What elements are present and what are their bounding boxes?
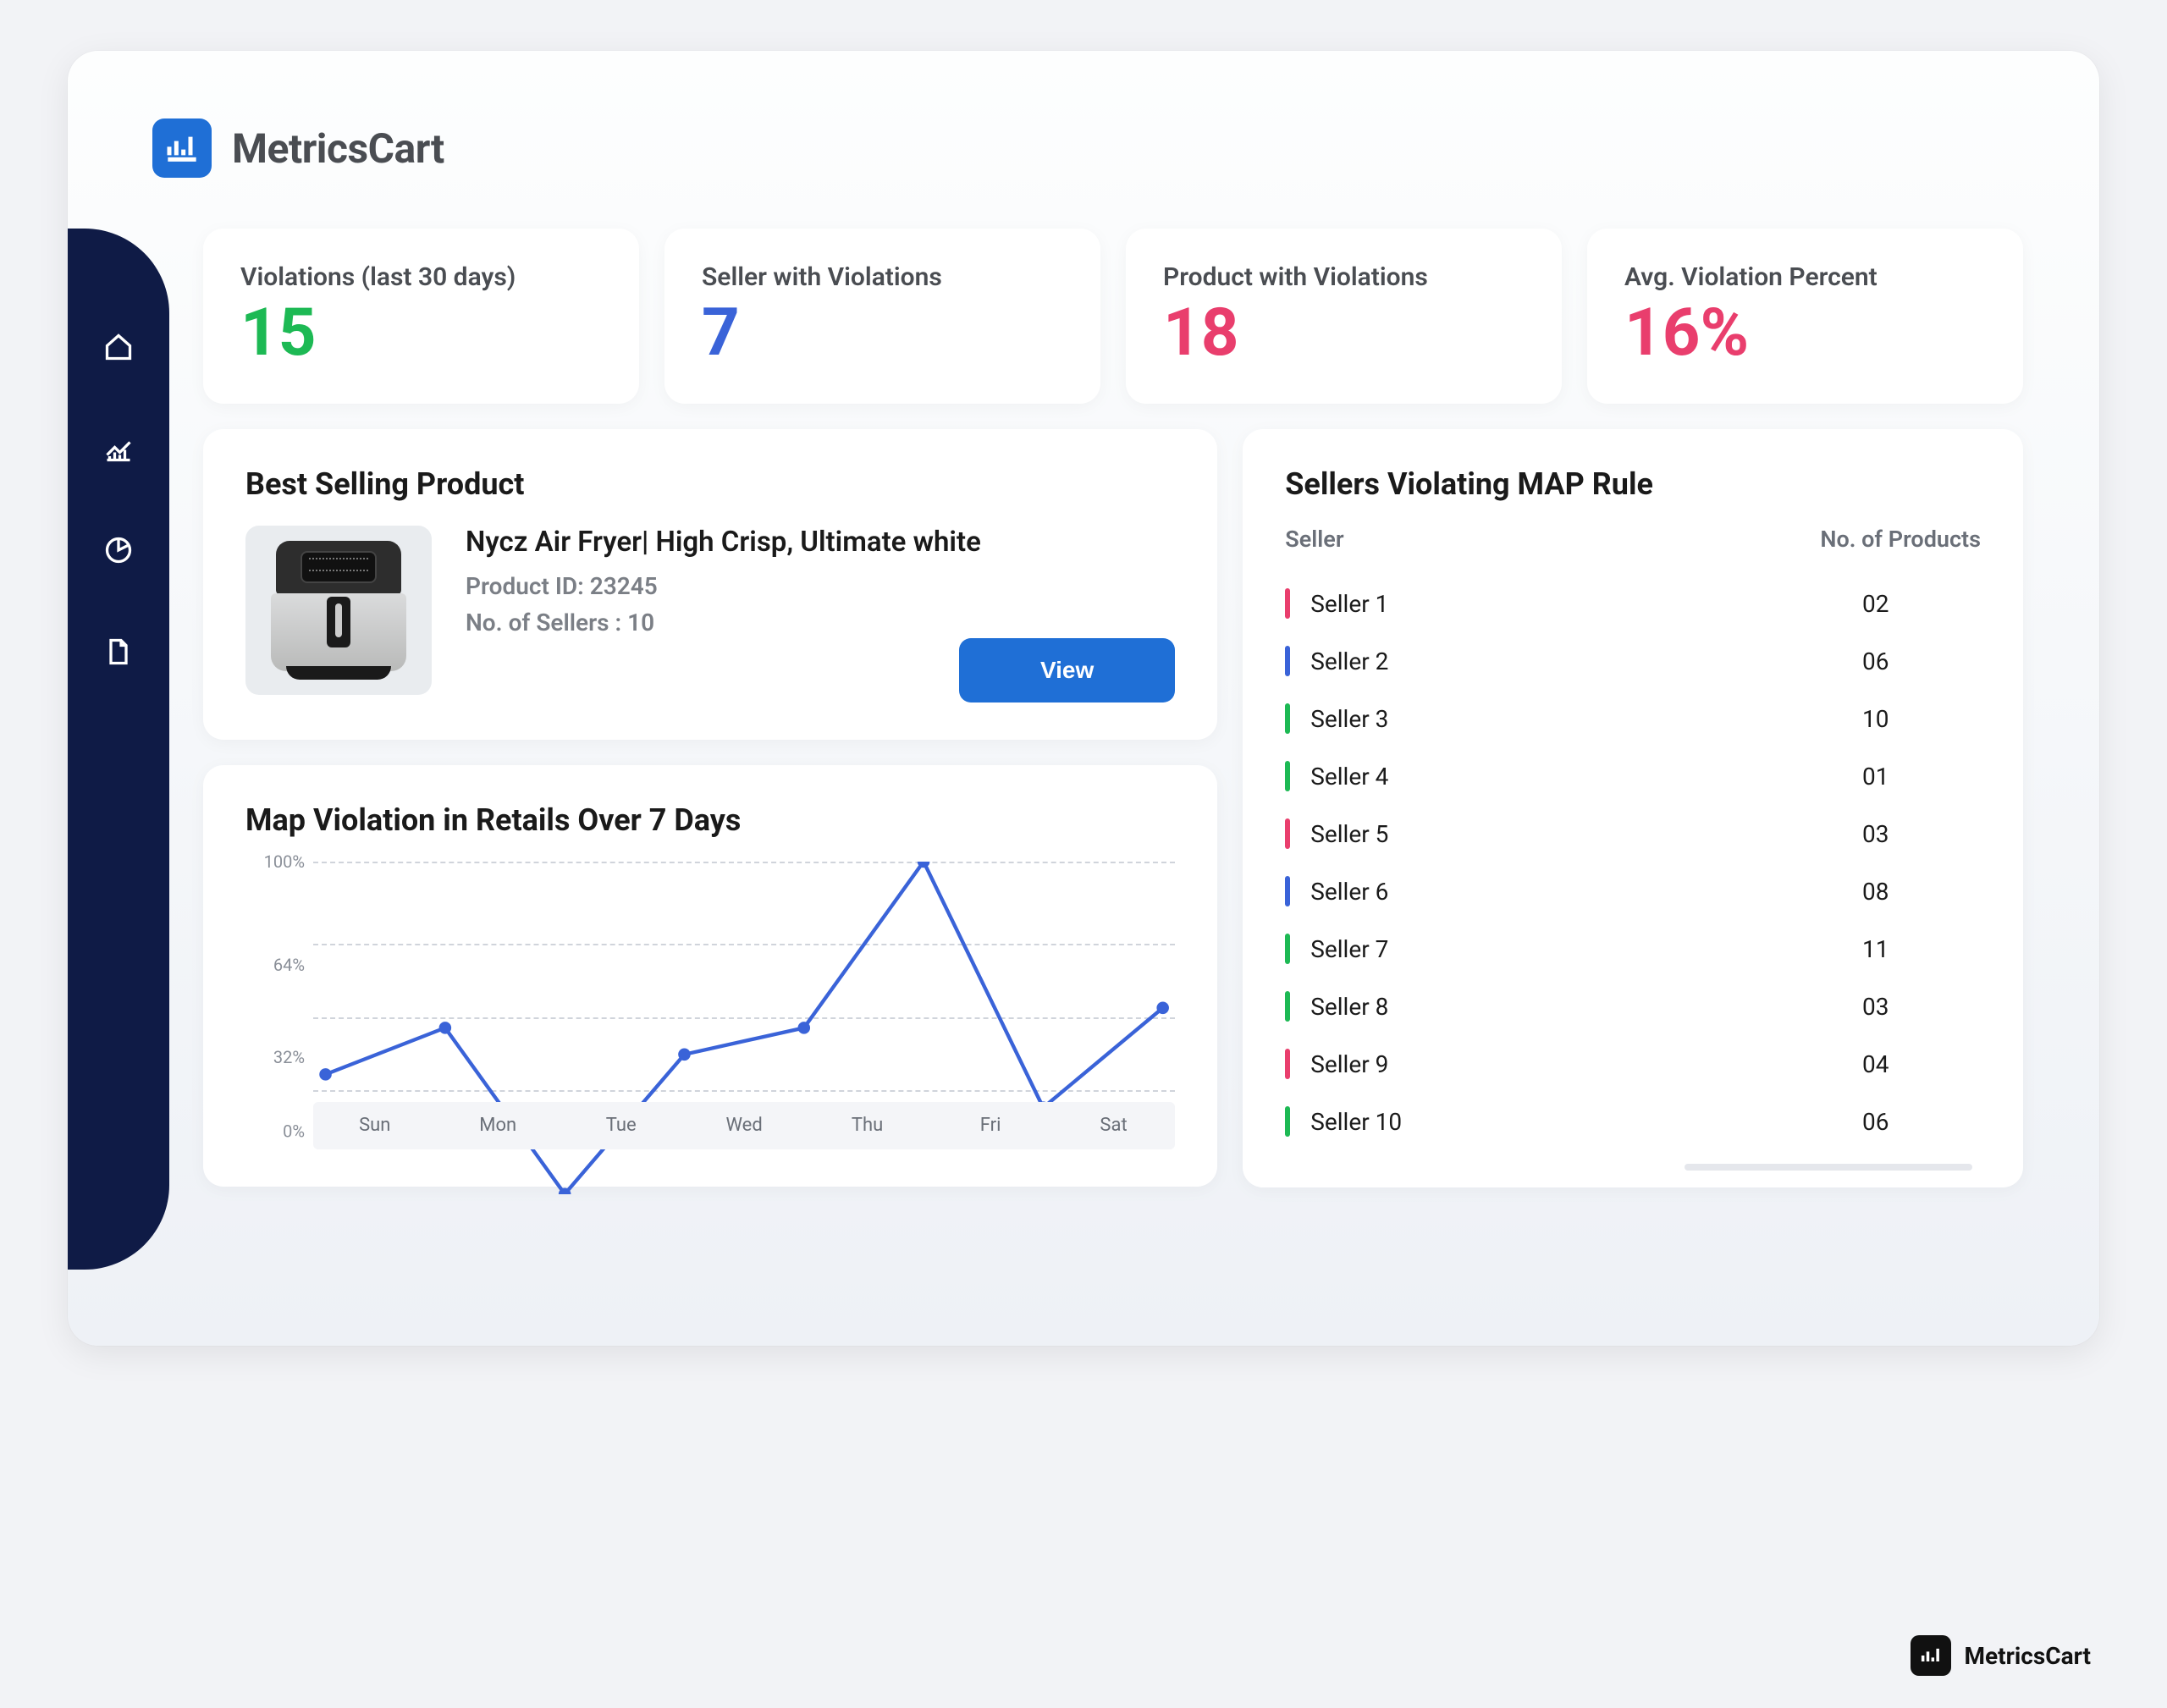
seller-row[interactable]: Seller 711 bbox=[1285, 920, 1981, 978]
y-tick-label: 64% bbox=[245, 955, 305, 975]
x-tick-label: Tue bbox=[560, 1102, 682, 1149]
seller-name: Seller 4 bbox=[1310, 763, 1862, 791]
panel-title: Sellers Violating MAP Rule bbox=[1285, 466, 1981, 502]
column-header-seller: Seller bbox=[1285, 526, 1343, 553]
y-tick-label: 0% bbox=[245, 1121, 305, 1141]
app-window: MetricsCart Violations (last 30 days) 15 bbox=[68, 51, 2099, 1346]
seller-row[interactable]: Seller 904 bbox=[1285, 1035, 1981, 1093]
seller-name: Seller 10 bbox=[1310, 1108, 1862, 1136]
stat-value: 7 bbox=[702, 300, 1063, 366]
stat-label: Seller with Violations bbox=[702, 262, 1063, 292]
product-id: Product ID: 23245 bbox=[466, 572, 1175, 600]
seller-product-count: 08 bbox=[1862, 878, 1981, 906]
footer-brand-name: MetricsCart bbox=[1965, 1642, 2091, 1670]
seller-product-count: 02 bbox=[1862, 590, 1981, 618]
stat-value: 16% bbox=[1624, 300, 1986, 366]
seller-name: Seller 7 bbox=[1310, 935, 1862, 963]
x-tick-label: Mon bbox=[436, 1102, 559, 1149]
seller-color-bar bbox=[1285, 646, 1290, 676]
seller-color-bar bbox=[1285, 991, 1290, 1022]
x-tick-label: Sun bbox=[313, 1102, 436, 1149]
stat-card-violations: Violations (last 30 days) 15 bbox=[203, 229, 639, 404]
sidebar-item-document[interactable] bbox=[102, 635, 135, 669]
product-name: Nycz Air Fryer| High Crisp, Ultimate whi… bbox=[466, 526, 1175, 559]
column-header-count: No. of Products bbox=[1820, 526, 1981, 553]
seller-color-bar bbox=[1285, 934, 1290, 964]
seller-name: Seller 2 bbox=[1310, 647, 1862, 675]
stat-card-avg-violation: Avg. Violation Percent 16% bbox=[1587, 229, 2023, 404]
product-image bbox=[245, 526, 432, 695]
sellers-list: Seller 102Seller 206Seller 310Seller 401… bbox=[1285, 575, 1981, 1150]
stat-label: Avg. Violation Percent bbox=[1624, 262, 1986, 292]
seller-color-bar bbox=[1285, 818, 1290, 849]
stat-label: Product with Violations bbox=[1163, 262, 1525, 292]
seller-row[interactable]: Seller 803 bbox=[1285, 978, 1981, 1035]
line-chart: 100% 64% 32% 0% bbox=[245, 862, 1175, 1149]
x-axis: Sun Mon Tue Wed Thu Fri Sat bbox=[313, 1102, 1175, 1149]
brand-name: MetricsCart bbox=[232, 124, 444, 173]
seller-color-bar bbox=[1285, 761, 1290, 791]
brand-logo-icon bbox=[152, 118, 212, 178]
stat-label: Violations (last 30 days) bbox=[240, 262, 602, 292]
seller-row[interactable]: Seller 102 bbox=[1285, 575, 1981, 632]
sellers-violating-panel: Sellers Violating MAP Rule Seller No. of… bbox=[1243, 429, 2023, 1187]
seller-name: Seller 8 bbox=[1310, 993, 1862, 1021]
sidebar bbox=[68, 229, 169, 1270]
seller-row[interactable]: Seller 503 bbox=[1285, 805, 1981, 862]
seller-name: Seller 6 bbox=[1310, 878, 1862, 906]
seller-product-count: 01 bbox=[1862, 763, 1981, 791]
seller-color-bar bbox=[1285, 1106, 1290, 1137]
seller-row[interactable]: Seller 206 bbox=[1285, 632, 1981, 690]
seller-row[interactable]: Seller 608 bbox=[1285, 862, 1981, 920]
sidebar-item-trends[interactable] bbox=[102, 432, 135, 466]
x-tick-label: Sat bbox=[1052, 1102, 1175, 1149]
main-content: Violations (last 30 days) 15 Seller with… bbox=[203, 229, 2023, 1270]
panel-title: Map Violation in Retails Over 7 Days bbox=[245, 802, 1175, 838]
air-fryer-icon bbox=[271, 541, 406, 680]
sidebar-item-home[interactable] bbox=[102, 330, 135, 364]
stat-value: 15 bbox=[240, 300, 602, 366]
x-tick-label: Fri bbox=[929, 1102, 1051, 1149]
map-violation-chart-panel: Map Violation in Retails Over 7 Days 100… bbox=[203, 765, 1217, 1187]
view-button[interactable]: View bbox=[959, 638, 1175, 702]
product-sellers-count: No. of Sellers : 10 bbox=[466, 609, 1175, 636]
seller-color-bar bbox=[1285, 703, 1290, 734]
panel-title: Best Selling Product bbox=[245, 466, 1175, 502]
seller-product-count: 11 bbox=[1862, 935, 1981, 963]
seller-product-count: 10 bbox=[1862, 705, 1981, 733]
seller-name: Seller 9 bbox=[1310, 1050, 1862, 1078]
seller-product-count: 04 bbox=[1862, 1050, 1981, 1078]
footer-logo: MetricsCart bbox=[1911, 1635, 2091, 1676]
stat-card-seller-violations: Seller with Violations 7 bbox=[664, 229, 1100, 404]
x-tick-label: Thu bbox=[806, 1102, 929, 1149]
y-tick-label: 100% bbox=[245, 851, 305, 872]
seller-color-bar bbox=[1285, 1049, 1290, 1079]
seller-product-count: 06 bbox=[1862, 647, 1981, 675]
best-selling-panel: Best Selling Product bbox=[203, 429, 1217, 740]
stat-card-product-violations: Product with Violations 18 bbox=[1126, 229, 1562, 404]
y-tick-label: 32% bbox=[245, 1047, 305, 1067]
footer-logo-icon bbox=[1911, 1635, 1951, 1676]
horizontal-scrollbar[interactable] bbox=[1685, 1164, 1972, 1171]
seller-name: Seller 3 bbox=[1310, 705, 1862, 733]
seller-row[interactable]: Seller 401 bbox=[1285, 747, 1981, 805]
stat-value: 18 bbox=[1163, 300, 1525, 366]
stats-row: Violations (last 30 days) 15 Seller with… bbox=[203, 229, 2023, 404]
seller-row[interactable]: Seller 310 bbox=[1285, 690, 1981, 747]
seller-color-bar bbox=[1285, 876, 1290, 906]
x-tick-label: Wed bbox=[682, 1102, 805, 1149]
seller-name: Seller 5 bbox=[1310, 820, 1862, 848]
seller-product-count: 03 bbox=[1862, 993, 1981, 1021]
seller-row[interactable]: Seller 1006 bbox=[1285, 1093, 1981, 1150]
seller-name: Seller 1 bbox=[1310, 590, 1862, 618]
seller-product-count: 03 bbox=[1862, 820, 1981, 848]
seller-color-bar bbox=[1285, 588, 1290, 619]
sidebar-item-pie[interactable] bbox=[102, 533, 135, 567]
seller-product-count: 06 bbox=[1862, 1108, 1981, 1136]
header: MetricsCart bbox=[152, 118, 2023, 178]
